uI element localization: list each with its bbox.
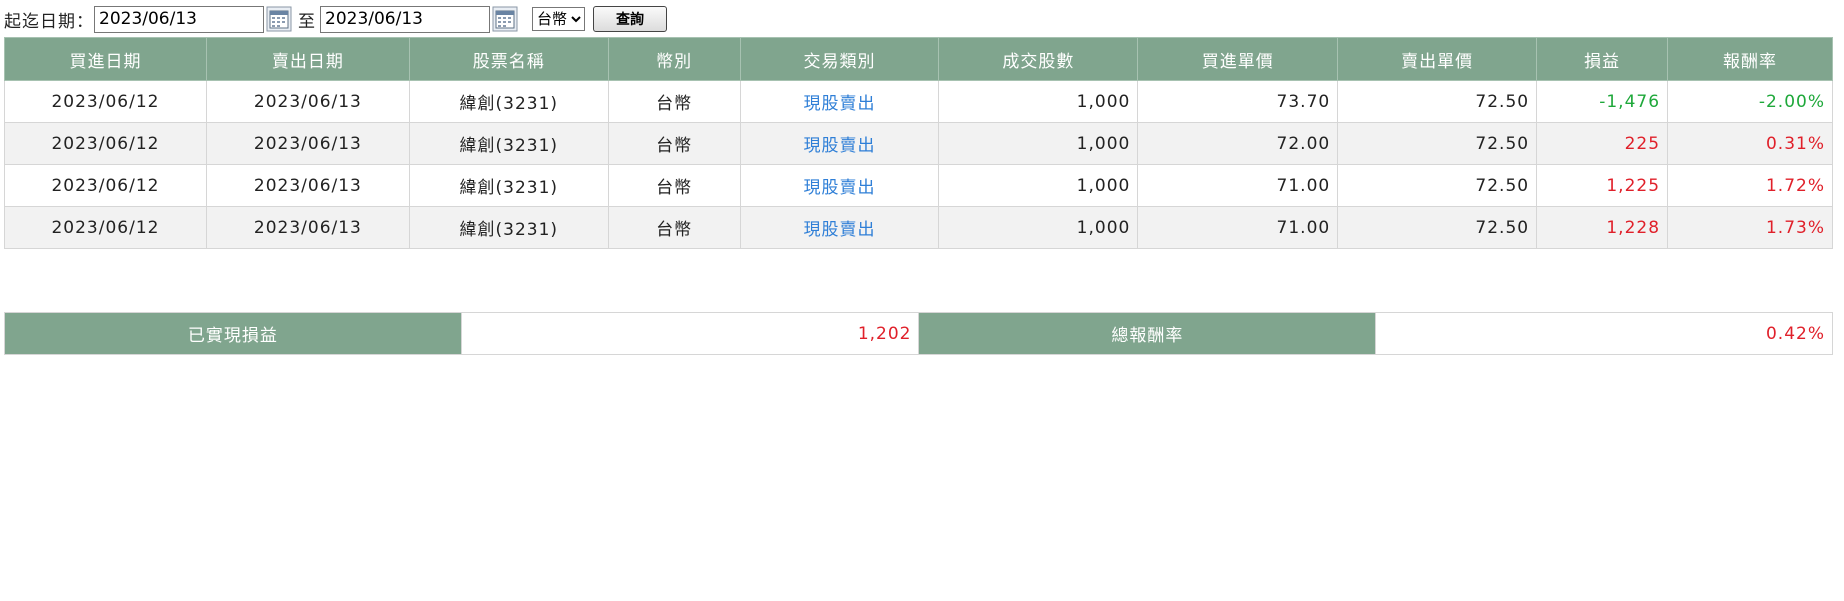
calendar-icon[interactable]	[266, 6, 292, 32]
calendar-icon[interactable]	[492, 6, 518, 32]
start-date-input[interactable]	[94, 5, 264, 33]
pnl-cell: 1,228	[1536, 206, 1669, 249]
header-currency: 幣別	[607, 37, 741, 81]
header-shares: 成交股數	[938, 37, 1139, 81]
roi-cell: 0.31%	[1667, 122, 1833, 165]
header-pnl: 損益	[1536, 37, 1669, 81]
buy-date-cell: 2023/06/12	[4, 122, 207, 165]
date-filter-bar: 起迄日期： 至 台幣 查詢	[4, 4, 667, 34]
table-row: 2023/06/12 2023/06/13 緯創(3231) 台幣 現股賣出 1…	[4, 80, 1833, 123]
end-date-input[interactable]	[320, 5, 490, 33]
table-row: 2023/06/12 2023/06/13 緯創(3231) 台幣 現股賣出 1…	[4, 122, 1833, 165]
currency-cell: 台幣	[607, 164, 741, 207]
roi-cell: -2.00%	[1667, 80, 1833, 123]
stock-name-cell: 緯創(3231)	[408, 80, 609, 123]
header-trade-type: 交易類別	[739, 37, 940, 81]
trade-type-link[interactable]: 現股賣出	[739, 206, 940, 249]
buy-price-cell: 72.00	[1137, 122, 1339, 165]
currency-cell: 台幣	[607, 80, 741, 123]
buy-date-cell: 2023/06/12	[4, 80, 207, 123]
trade-type-link[interactable]: 現股賣出	[739, 164, 940, 207]
buy-price-cell: 73.70	[1137, 80, 1339, 123]
buy-price-cell: 71.00	[1137, 206, 1339, 249]
buy-date-cell: 2023/06/12	[4, 206, 207, 249]
table-header-row: 買進日期 賣出日期 股票名稱 幣別 交易類別 成交股數 買進單價 賣出單價 損益…	[4, 37, 1833, 81]
header-sell-date: 賣出日期	[205, 37, 410, 81]
trade-type-link[interactable]: 現股賣出	[739, 80, 940, 123]
header-stock-name: 股票名稱	[408, 37, 609, 81]
pnl-cell: 1,225	[1536, 164, 1669, 207]
summary-row: 已實現損益 1,202 總報酬率 0.42%	[4, 312, 1833, 355]
sell-date-cell: 2023/06/13	[205, 122, 410, 165]
shares-cell: 1,000	[938, 206, 1139, 249]
header-roi: 報酬率	[1667, 37, 1833, 81]
query-button[interactable]: 查詢	[593, 6, 667, 32]
currency-cell: 台幣	[607, 122, 741, 165]
table-row: 2023/06/12 2023/06/13 緯創(3231) 台幣 現股賣出 1…	[4, 206, 1833, 249]
stock-name-cell: 緯創(3231)	[408, 206, 609, 249]
buy-date-cell: 2023/06/12	[4, 164, 207, 207]
stock-name-cell: 緯創(3231)	[408, 164, 609, 207]
pnl-cell: 225	[1536, 122, 1669, 165]
sell-price-cell: 72.50	[1337, 164, 1538, 207]
to-label: 至	[298, 11, 316, 32]
currency-cell: 台幣	[607, 206, 741, 249]
shares-cell: 1,000	[938, 122, 1139, 165]
table-row: 2023/06/12 2023/06/13 緯創(3231) 台幣 現股賣出 1…	[4, 164, 1833, 207]
sell-price-cell: 72.50	[1337, 206, 1538, 249]
sell-price-cell: 72.50	[1337, 122, 1538, 165]
trade-type-link[interactable]: 現股賣出	[739, 122, 940, 165]
header-buy-date: 買進日期	[4, 37, 207, 81]
realized-pnl-value: 1,202	[460, 312, 920, 355]
roi-cell: 1.73%	[1667, 206, 1833, 249]
currency-select[interactable]: 台幣	[532, 7, 585, 31]
header-sell-price: 賣出單價	[1337, 37, 1538, 81]
stock-name-cell: 緯創(3231)	[408, 122, 609, 165]
roi-cell: 1.72%	[1667, 164, 1833, 207]
date-range-label: 起迄日期：	[4, 11, 94, 32]
sell-price-cell: 72.50	[1337, 80, 1538, 123]
shares-cell: 1,000	[938, 164, 1139, 207]
sell-date-cell: 2023/06/13	[205, 164, 410, 207]
summary-table: 已實現損益 1,202 總報酬率 0.42%	[4, 312, 1833, 355]
realized-pnl-label: 已實現損益	[4, 312, 462, 355]
header-buy-price: 買進單價	[1137, 37, 1339, 81]
realized-pnl-table: 買進日期 賣出日期 股票名稱 幣別 交易類別 成交股數 買進單價 賣出單價 損益…	[4, 37, 1833, 249]
pnl-cell: -1,476	[1536, 80, 1669, 123]
sell-date-cell: 2023/06/13	[205, 80, 410, 123]
sell-date-cell: 2023/06/13	[205, 206, 410, 249]
buy-price-cell: 71.00	[1137, 164, 1339, 207]
shares-cell: 1,000	[938, 80, 1139, 123]
total-roi-value: 0.42%	[1375, 312, 1833, 355]
total-roi-label: 總報酬率	[918, 312, 1377, 355]
